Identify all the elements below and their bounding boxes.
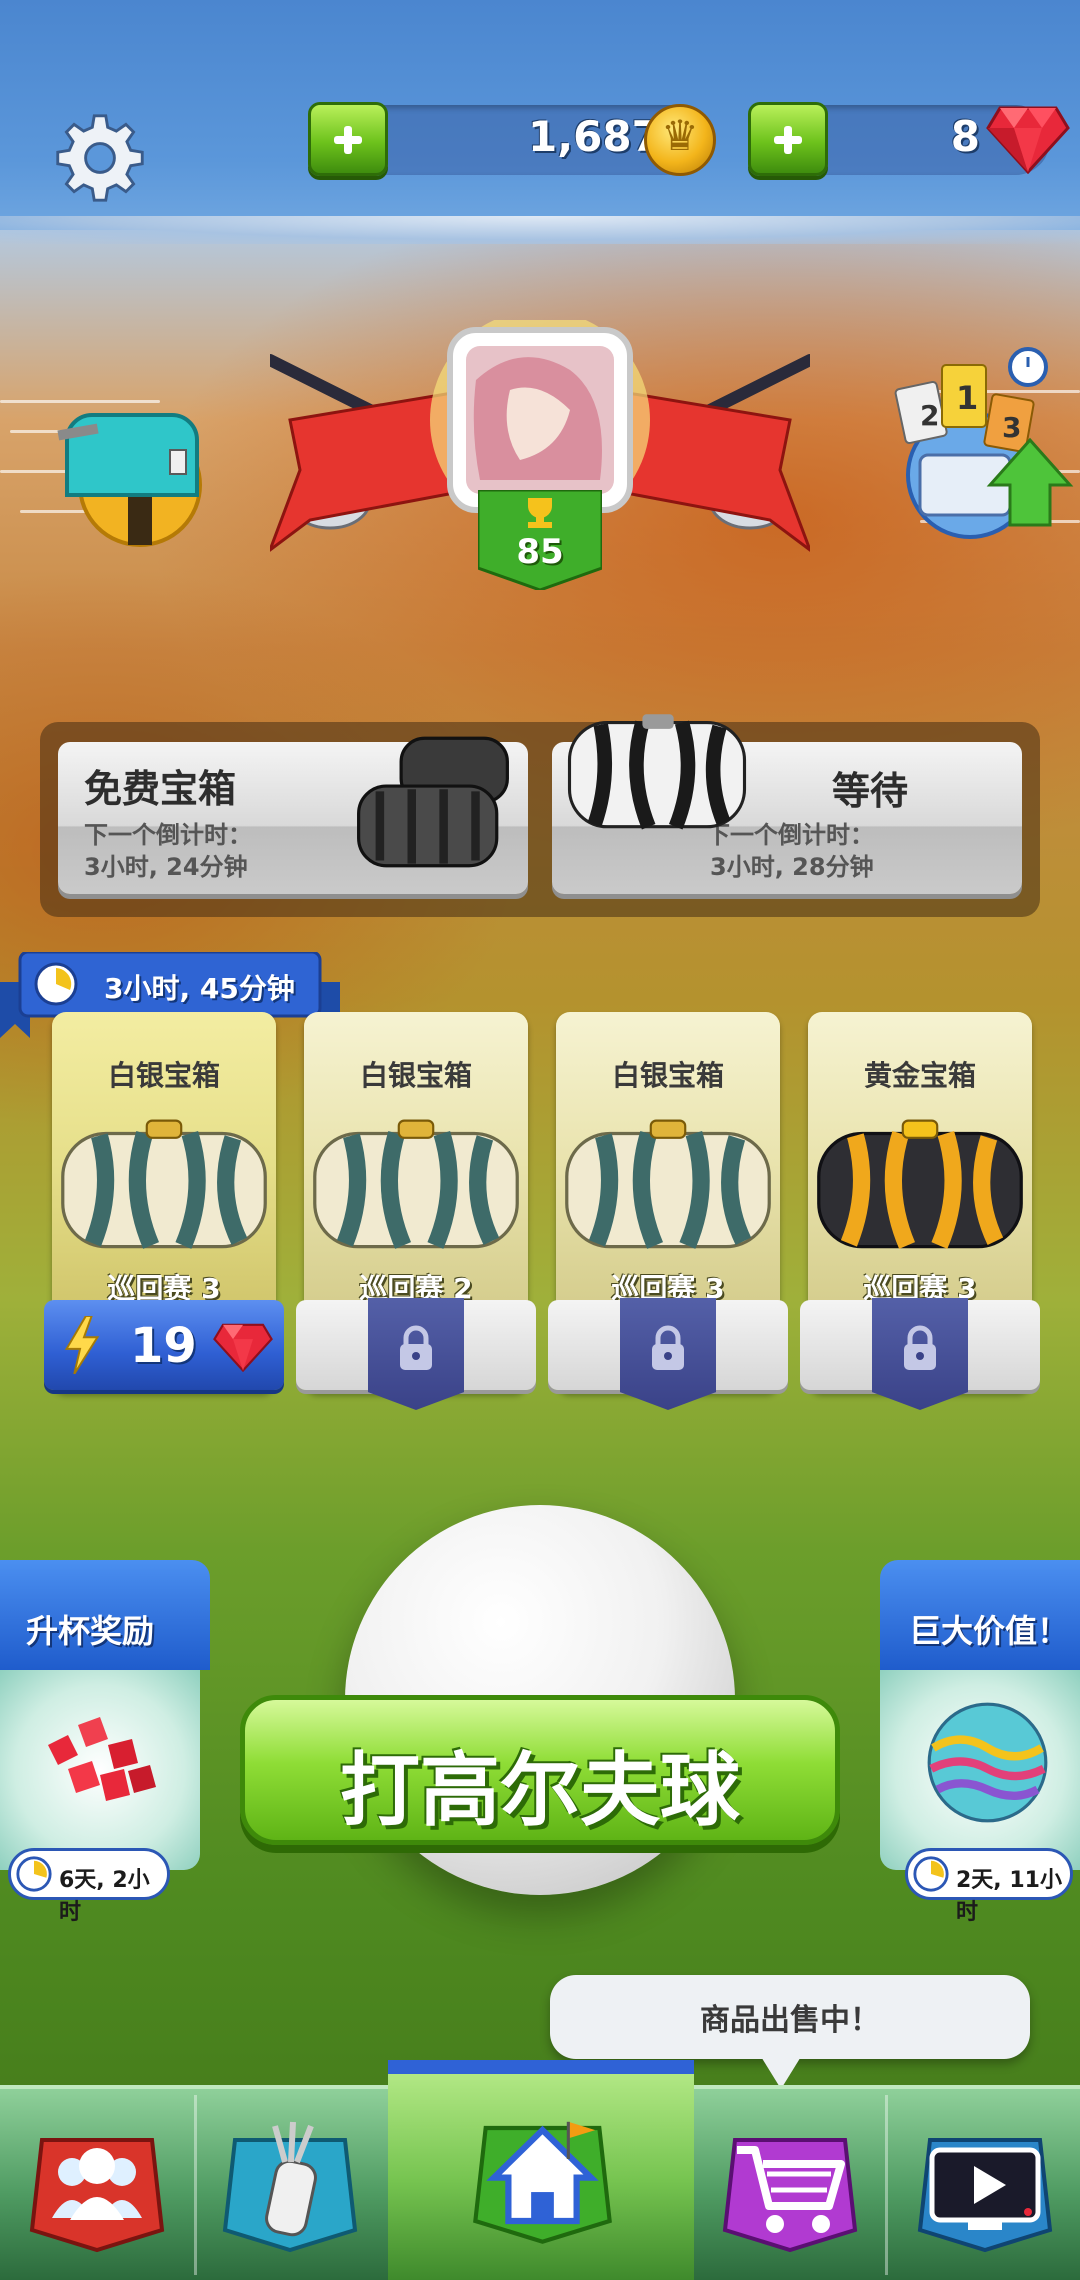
gold-chest-icon — [817, 1119, 1023, 1249]
promo-timer: 2天, 11小时 — [905, 1848, 1073, 1925]
free-chest-countdown: 3小时, 24分钟 — [84, 853, 248, 881]
free-chest-card[interactable]: 免费宝箱 下一个倒计时： 3小时, 24分钟 — [58, 736, 528, 894]
coin-amount: 1,687 — [528, 112, 661, 161]
sale-bubble-text: 商品出售中！ — [700, 2003, 880, 2038]
clock-icon — [16, 1856, 52, 1892]
big-value-promo[interactable]: 巨大价值！ 2天, 11小时 — [875, 1560, 1080, 1925]
gem-amount: 8 — [950, 112, 980, 161]
lock-ribbon — [620, 1298, 716, 1410]
crown-coin-icon — [644, 104, 716, 176]
lock-ribbon — [368, 1298, 464, 1410]
chest-name: 白银宝箱 — [611, 1059, 724, 1092]
silver-chest-icon — [313, 1119, 519, 1249]
svg-text:2: 2 — [920, 399, 939, 432]
sale-bubble-tail — [760, 2055, 802, 2089]
player-level: 85 — [516, 532, 564, 572]
gear-icon[interactable] — [52, 110, 148, 206]
trophy-reward-promo[interactable]: 升杯奖励 6天, 2小时 — [0, 1560, 220, 1925]
slot-timer: 3小时, 45分钟 — [104, 972, 295, 1005]
tv-play-icon[interactable] — [910, 2110, 1060, 2260]
promo-timer: 6天, 2小时 — [8, 1848, 170, 1925]
unlock-cost: 19 — [130, 1318, 197, 1374]
lightning-icon — [64, 1316, 100, 1374]
nav-separator — [194, 2095, 197, 2275]
promo-timer-text: 6天, 2小时 — [59, 1868, 150, 1925]
chest-name: 白银宝箱 — [359, 1059, 472, 1092]
waiting-chest-title: 等待 — [832, 769, 909, 813]
buy-gems-button[interactable] — [748, 102, 828, 176]
free-chest-countdown-label: 下一个倒计时： — [84, 821, 252, 849]
waiting-chest-card[interactable]: 等待 下一个倒计时： 3小时, 28分钟 — [552, 714, 1022, 894]
silver-chest-icon — [61, 1119, 267, 1249]
golf-bag-icon[interactable] — [215, 2110, 365, 2260]
easter-egg-ball-icon — [927, 1702, 1048, 1823]
tour-leaderboard-icon[interactable]: 2 1 3 — [880, 345, 1080, 545]
cart-icon[interactable] — [715, 2110, 865, 2260]
promo-title: 巨大价值！ — [909, 1612, 1070, 1650]
free-chest-title: 免费宝箱 — [84, 767, 237, 811]
striped-chest-icon — [567, 714, 747, 830]
mailbox-icon[interactable] — [52, 375, 202, 550]
ruby-gem-icon — [213, 1323, 273, 1372]
lock-ribbon — [872, 1298, 968, 1410]
promo-timer-text: 2天, 11小时 — [956, 1868, 1062, 1925]
home-icon[interactable] — [465, 2092, 620, 2257]
nav-separator — [885, 2095, 888, 2275]
silver-chest-icon — [565, 1119, 771, 1249]
play-golf-button[interactable]: 打高尔夫球 — [240, 1695, 840, 1845]
waiting-chest-countdown: 3小时, 28分钟 — [710, 853, 874, 881]
sale-bubble[interactable]: 商品出售中！ — [550, 1975, 1030, 2059]
black-chest-icon — [357, 736, 509, 868]
chest-name: 白银宝箱 — [107, 1059, 220, 1092]
people-icon[interactable] — [22, 2110, 172, 2260]
ruby-gem-icon — [986, 106, 1070, 174]
padlock-icon — [904, 1325, 936, 1370]
buy-coins-button[interactable] — [308, 102, 388, 176]
chest-name: 黄金宝箱 — [863, 1059, 976, 1092]
padlock-icon — [400, 1325, 432, 1370]
svg-text:1: 1 — [956, 379, 978, 417]
play-golf-label: 打高尔夫球 — [340, 1744, 740, 1837]
promo-title: 升杯奖励 — [26, 1612, 155, 1650]
svg-text:3: 3 — [1002, 411, 1021, 444]
unlock-now-button[interactable]: 19 — [44, 1300, 284, 1390]
gems-pile-icon — [48, 1717, 156, 1801]
padlock-icon — [652, 1325, 684, 1370]
clock-icon — [913, 1856, 949, 1892]
